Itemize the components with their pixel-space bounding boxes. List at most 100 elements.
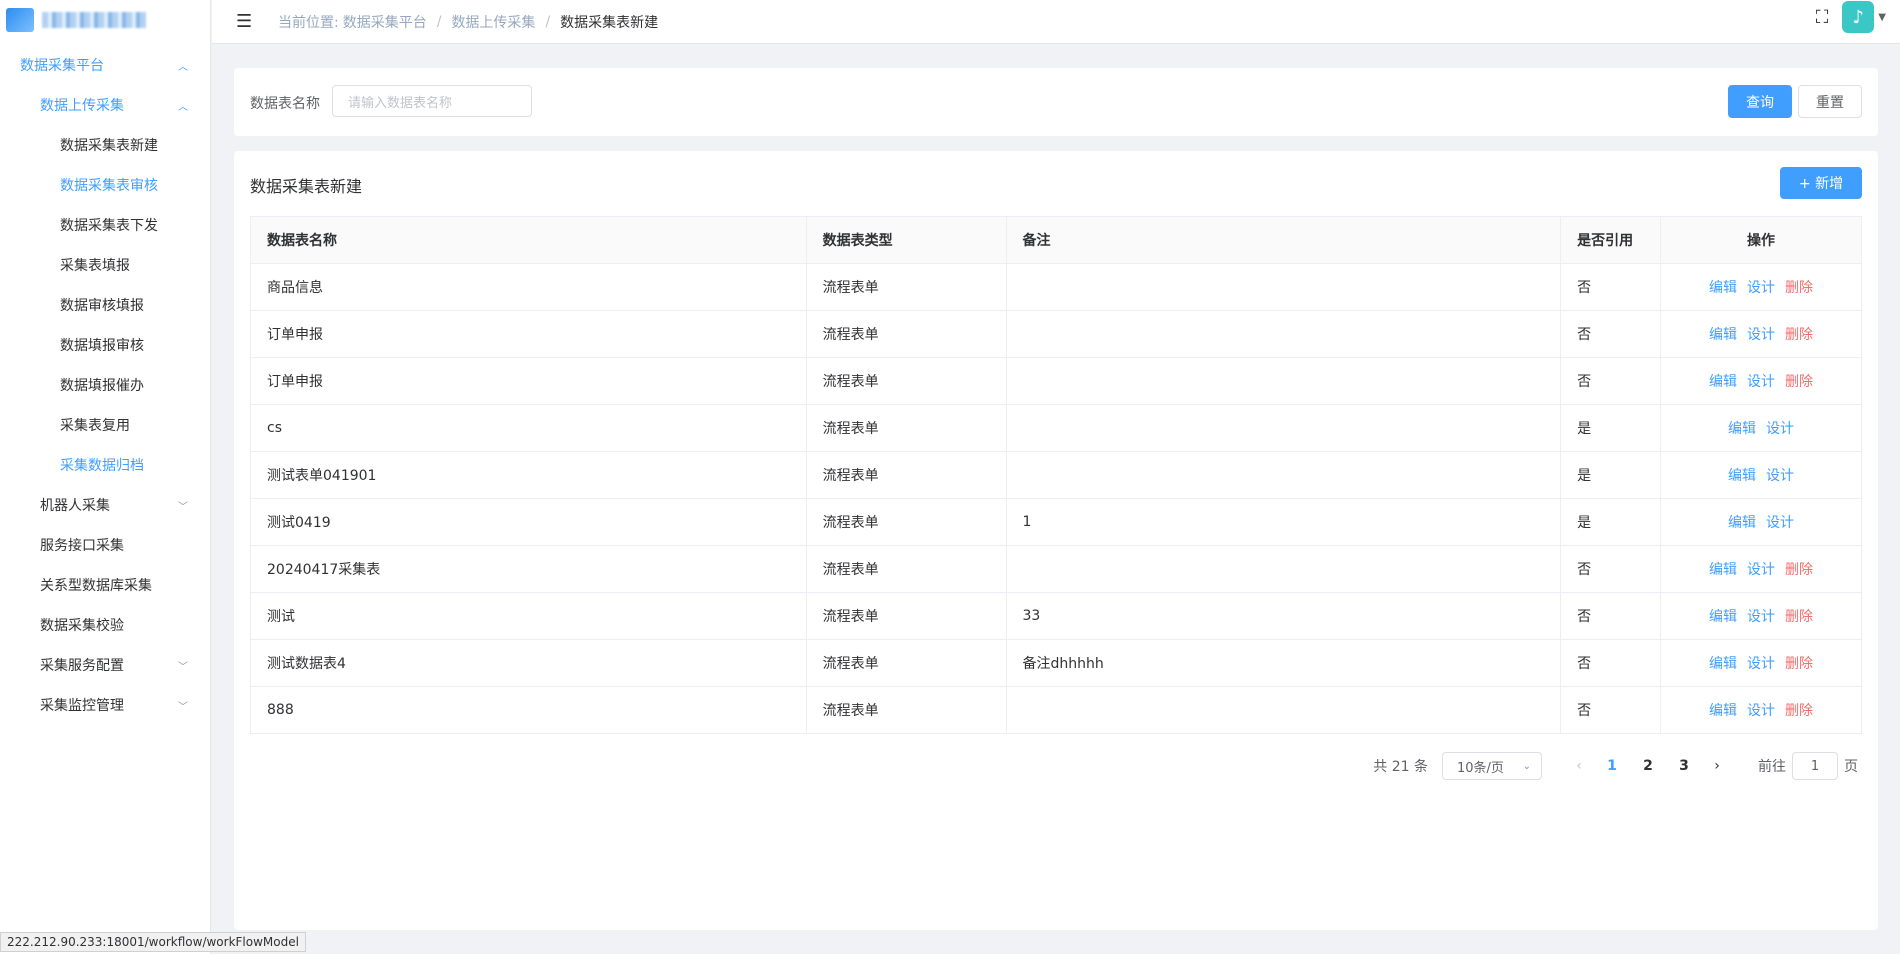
- table-row: 20240417采集表 流程表单否编辑 设计 删除: [250, 545, 1862, 593]
- sidebar-item[interactable]: 采集表填报: [0, 245, 210, 285]
- table-row: 订单申报 流程表单否编辑 设计 删除: [250, 310, 1862, 358]
- avatar[interactable]: ♪: [1842, 1, 1875, 33]
- goto-page-input[interactable]: 1: [1792, 752, 1838, 780]
- chevron-down-icon: ﹀: [178, 501, 188, 513]
- sidebar-item-label: 关系型数据库采集: [40, 578, 152, 594]
- cell-ref: 是: [1560, 404, 1662, 452]
- design-link[interactable]: 设计: [1747, 562, 1775, 578]
- sidebar-item[interactable]: 数据采集表审核: [0, 165, 210, 205]
- sidebar-item[interactable]: 机器人采集 ﹀: [0, 485, 210, 525]
- cell-name: 订单申报: [250, 357, 807, 405]
- sidebar-item[interactable]: 采集表复用: [0, 405, 210, 445]
- design-link[interactable]: 设计: [1766, 421, 1794, 437]
- cell-remark: 1: [1005, 498, 1562, 546]
- sidebar-item[interactable]: 数据采集表新建: [0, 125, 210, 165]
- sidebar-item[interactable]: 数据审核填报: [0, 285, 210, 325]
- sidebar-item[interactable]: 采集服务配置 ﹀: [0, 645, 210, 685]
- query-button[interactable]: 查询: [1728, 85, 1792, 118]
- reset-button[interactable]: 重置: [1798, 85, 1862, 118]
- goto-prefix: 前往: [1758, 759, 1786, 775]
- cell-type: 流程表单: [805, 357, 1007, 405]
- page-number[interactable]: 1: [1594, 758, 1630, 774]
- column-header-type: 数据表类型: [805, 216, 1007, 264]
- edit-link[interactable]: 编辑: [1709, 562, 1737, 578]
- breadcrumb-item[interactable]: 数据上传采集: [451, 12, 535, 32]
- edit-link[interactable]: 编辑: [1709, 280, 1737, 296]
- cell-type: 流程表单: [805, 451, 1007, 499]
- table-row: 测试 流程表单 33 否编辑 设计 删除: [250, 592, 1862, 640]
- cell-name: 测试数据表4: [250, 639, 807, 687]
- delete-link[interactable]: 删除: [1785, 703, 1813, 719]
- edit-link[interactable]: 编辑: [1728, 468, 1756, 484]
- cell-ref: 否: [1560, 686, 1662, 734]
- sidebar-item[interactable]: 数据采集表下发: [0, 205, 210, 245]
- breadcrumb-item[interactable]: 数据采集平台: [343, 12, 427, 32]
- sidebar-item[interactable]: 数据填报审核: [0, 325, 210, 365]
- fullscreen-icon[interactable]: ⛶: [1816, 7, 1829, 28]
- app-logo[interactable]: [0, 0, 210, 40]
- sidebar-item[interactable]: 服务接口采集: [0, 525, 210, 565]
- chevron-down-icon: ⌄: [1522, 760, 1531, 772]
- cell-ops: 编辑 设计 删除: [1660, 357, 1862, 405]
- page-number[interactable]: 2: [1630, 758, 1666, 774]
- chevron-down-icon[interactable]: ▼: [1878, 12, 1886, 23]
- edit-link[interactable]: 编辑: [1709, 656, 1737, 672]
- delete-link[interactable]: 删除: [1785, 609, 1813, 625]
- cell-ops: 编辑 设计 删除: [1660, 592, 1862, 640]
- prev-page-icon[interactable]: ‹: [1564, 758, 1594, 774]
- pagination-total: 共 21 条: [1373, 759, 1428, 775]
- search-input[interactable]: 请输入数据表名称: [332, 85, 532, 117]
- sidebar-item[interactable]: 数据填报催办: [0, 365, 210, 405]
- design-link[interactable]: 设计: [1747, 703, 1775, 719]
- edit-link[interactable]: 编辑: [1728, 515, 1756, 531]
- add-button[interactable]: + 新增: [1780, 167, 1862, 199]
- cell-type: 流程表单: [805, 592, 1007, 640]
- cell-ops: 编辑 设计 删除: [1660, 545, 1862, 593]
- design-link[interactable]: 设计: [1747, 280, 1775, 296]
- cell-remark: [1005, 451, 1562, 499]
- logo-icon: [6, 8, 34, 32]
- design-link[interactable]: 设计: [1747, 374, 1775, 390]
- sidebar-item[interactable]: 采集数据归档: [0, 445, 210, 485]
- sidebar: 数据采集平台 ︿ 数据上传采集 ︿ 数据采集表新建 数据采集表审核 数据采集表下发 采集表填报…: [0, 0, 211, 954]
- cell-ops: 编辑 设计: [1660, 451, 1862, 499]
- panel-title: 数据采集表新建: [250, 177, 363, 196]
- column-header-ops: 操作: [1660, 216, 1862, 264]
- table-row: 测试数据表4 流程表单 备注dhhhhh 否编辑 设计 删除: [250, 639, 1862, 687]
- edit-link[interactable]: 编辑: [1709, 703, 1737, 719]
- next-page-icon[interactable]: ›: [1702, 758, 1732, 774]
- design-link[interactable]: 设计: [1766, 468, 1794, 484]
- cell-name: 20240417采集表: [250, 545, 807, 593]
- page-number[interactable]: 3: [1666, 758, 1702, 774]
- sidebar-item-label: 数据上传采集: [40, 98, 124, 114]
- sidebar-item[interactable]: 数据上传采集 ︿: [0, 85, 210, 125]
- design-link[interactable]: 设计: [1747, 656, 1775, 672]
- delete-link[interactable]: 删除: [1785, 374, 1813, 390]
- cell-remark: [1005, 686, 1562, 734]
- page-size-select[interactable]: 10条/页 ⌄: [1442, 752, 1542, 780]
- cell-ops: 编辑 设计 删除: [1660, 263, 1862, 311]
- edit-link[interactable]: 编辑: [1728, 421, 1756, 437]
- sidebar-item[interactable]: 数据采集校验: [0, 605, 210, 645]
- data-table: 数据表名称 数据表类型 备注 是否引用 操作 商品信息 流程表单否编辑 设计 删除 订单…: [250, 216, 1862, 734]
- delete-link[interactable]: 删除: [1785, 656, 1813, 672]
- delete-link[interactable]: 删除: [1785, 562, 1813, 578]
- cell-ref: 是: [1560, 451, 1662, 499]
- cell-type: 流程表单: [805, 545, 1007, 593]
- design-link[interactable]: 设计: [1747, 609, 1775, 625]
- edit-link[interactable]: 编辑: [1709, 609, 1737, 625]
- sidebar-item[interactable]: 数据采集平台 ︿: [0, 45, 210, 85]
- delete-link[interactable]: 删除: [1785, 280, 1813, 296]
- edit-link[interactable]: 编辑: [1709, 374, 1737, 390]
- cell-type: 流程表单: [805, 310, 1007, 358]
- delete-link[interactable]: 删除: [1785, 327, 1813, 343]
- menu-toggle-icon[interactable]: ☰: [236, 11, 256, 32]
- design-link[interactable]: 设计: [1766, 515, 1794, 531]
- table-row: 测试0419 流程表单 1 是编辑 设计: [250, 498, 1862, 546]
- table-row: 订单申报 流程表单否编辑 设计 删除: [250, 357, 1862, 405]
- design-link[interactable]: 设计: [1747, 327, 1775, 343]
- sidebar-item[interactable]: 采集监控管理 ﹀: [0, 685, 210, 725]
- edit-link[interactable]: 编辑: [1709, 327, 1737, 343]
- sidebar-item[interactable]: 关系型数据库采集: [0, 565, 210, 605]
- cell-name: 888: [250, 686, 807, 734]
